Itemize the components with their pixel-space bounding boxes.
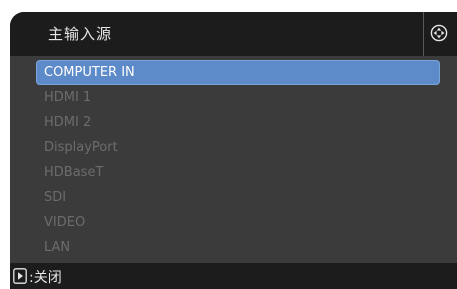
close-hint: :关闭 xyxy=(29,270,62,286)
input-item-video[interactable]: VIDEO xyxy=(36,210,440,235)
input-item-hdmi-1[interactable]: HDMI 1 xyxy=(36,85,440,110)
header-divider xyxy=(423,12,424,56)
input-item-sdi[interactable]: SDI xyxy=(36,185,440,210)
input-item-computer-in[interactable]: COMPUTER IN xyxy=(36,60,440,85)
input-item-displayport[interactable]: DisplayPort xyxy=(36,135,440,160)
input-source-menu: 主输入源 COMPUTER IN HDMI 1 HDMI 2 DisplayPo… xyxy=(10,12,457,289)
menu-footer: :关闭 xyxy=(10,263,457,289)
input-item-lan[interactable]: LAN xyxy=(36,235,440,260)
menu-header: 主输入源 xyxy=(10,12,457,56)
menu-title: 主输入源 xyxy=(48,25,113,43)
input-item-hdmi-2[interactable]: HDMI 2 xyxy=(36,110,440,135)
input-item-hdbaset[interactable]: HDBaseT xyxy=(36,160,440,185)
play-right-icon[interactable] xyxy=(13,268,27,284)
navigation-dial-icon xyxy=(430,24,448,42)
input-source-list: COMPUTER IN HDMI 1 HDMI 2 DisplayPort HD… xyxy=(36,60,440,260)
